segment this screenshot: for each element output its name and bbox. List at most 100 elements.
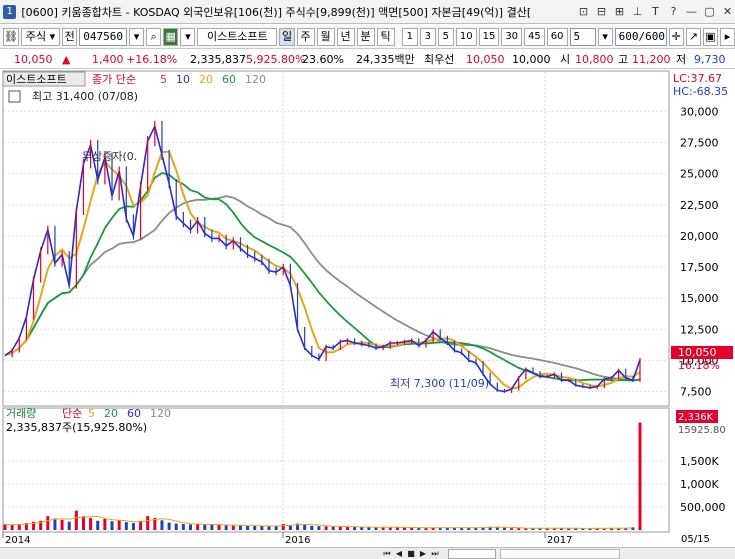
- volume-tick-label: 500,000: [680, 501, 726, 514]
- volume-bar: [96, 520, 100, 530]
- cascade-icon[interactable]: ⊞: [612, 4, 627, 19]
- volume-bar: [53, 518, 57, 530]
- help-icon[interactable]: ?: [666, 4, 681, 19]
- quote-change: 1,400: [92, 53, 124, 66]
- next-page-icon[interactable]: ▶: [418, 549, 428, 559]
- interval-button-1[interactable]: 1: [401, 27, 418, 46]
- last-page-icon[interactable]: ⏭: [430, 549, 440, 559]
- ma-legend-5: 5: [160, 73, 167, 86]
- volume-bar: [196, 524, 200, 530]
- stop-icon[interactable]: ■: [406, 549, 416, 559]
- period-button-4[interactable]: 틱: [376, 27, 395, 46]
- interval-dropdown[interactable]: ▾: [597, 27, 613, 46]
- interval-button-15[interactable]: 15: [478, 27, 500, 46]
- price-tick-label: 20,000: [680, 230, 719, 243]
- up-arrow-icon: ▲: [62, 53, 71, 66]
- volume-tick-label: 1,500K: [680, 455, 719, 468]
- period-button-1[interactable]: 월: [316, 27, 335, 46]
- price-tick-label: 27,500: [680, 136, 719, 149]
- close-icon[interactable]: ✕: [720, 4, 735, 19]
- volume-ma-label: 단순: [62, 407, 82, 420]
- high-note: 최고 31,400 (07/08): [32, 90, 138, 103]
- interval-button-30[interactable]: 30: [501, 27, 523, 46]
- restore-icon[interactable]: ⊡: [576, 4, 591, 19]
- interval-button-10[interactable]: 10: [455, 27, 477, 46]
- quote-amount: 24,335백만: [356, 53, 415, 66]
- stock-code-input[interactable]: 047560: [79, 27, 127, 46]
- stock-chart[interactable]: 1,500K 1,000K 500,000 30,000 27,500 25,000 22…: [0, 70, 735, 547]
- volume-bar: [74, 510, 78, 530]
- current-pct-text: 16.18%: [678, 359, 720, 372]
- volume-bar: [403, 527, 407, 530]
- low-label: 저: [676, 53, 687, 66]
- prev-page-icon[interactable]: ◀: [394, 549, 404, 559]
- price-tick-label: 22,500: [680, 199, 719, 212]
- vol-ma-legend-20: 20: [104, 407, 118, 420]
- ma-legend-20: 20: [199, 73, 213, 86]
- count-input[interactable]: 600/600: [614, 27, 667, 46]
- volume-bar: [217, 524, 221, 530]
- maximize-icon[interactable]: ▢: [702, 4, 717, 19]
- minimize-icon[interactable]: —: [684, 4, 699, 19]
- interval-button-3[interactable]: 3: [419, 27, 436, 46]
- chart-type-icon[interactable]: ▦: [163, 27, 179, 46]
- volume-bar: [67, 521, 71, 530]
- volume-tag-pct: 15925.80: [678, 425, 726, 436]
- period-button-0[interactable]: 주: [296, 27, 315, 46]
- link-icon[interactable]: ⛓: [3, 27, 19, 46]
- volume-legend: 거래량: [6, 407, 36, 420]
- interval-button-45[interactable]: 45: [524, 27, 545, 46]
- market-select[interactable]: 주식 ▾: [20, 27, 61, 46]
- volume-bar: [253, 525, 257, 530]
- quote-change-pct: +16.18%: [126, 53, 178, 66]
- volume-bar: [267, 526, 271, 530]
- zoom-slider[interactable]: [500, 549, 620, 559]
- interval-input[interactable]: 5: [569, 27, 596, 46]
- stock-name-box[interactable]: 이스트소프트: [197, 27, 278, 46]
- high-label: 고: [618, 53, 629, 66]
- period-button-3[interactable]: 분: [356, 27, 375, 46]
- ma-legend-60: 60: [222, 73, 236, 86]
- volume-bar: [224, 525, 228, 530]
- stock-name: 이스트소프트: [207, 29, 268, 43]
- scroll-right-icon[interactable]: ▸: [719, 27, 735, 46]
- pin-icon[interactable]: ⊥: [630, 4, 645, 19]
- volume-tag-text: 2,336K: [678, 412, 714, 423]
- chart-area[interactable]: 1,500K 1,000K 500,000 30,000 27,500 25,000 22…: [0, 70, 735, 547]
- vol-ma-legend-120: 120: [150, 407, 171, 420]
- interval-button-60[interactable]: 60: [546, 27, 568, 46]
- crosshair-icon[interactable]: ✛: [668, 27, 684, 46]
- volume-bar: [238, 525, 242, 530]
- volume-bar: [103, 518, 107, 530]
- volume-bar: [167, 522, 171, 530]
- prev-button[interactable]: 전: [62, 27, 78, 46]
- code-dropdown[interactable]: ▾: [128, 27, 145, 46]
- volume-bar: [124, 522, 128, 530]
- volume-bar: [510, 528, 514, 530]
- window-number: 1: [3, 4, 17, 19]
- arrow-tool-icon[interactable]: ↗: [685, 27, 701, 46]
- open-price: 10,800: [575, 53, 614, 66]
- text-icon[interactable]: T: [648, 4, 663, 19]
- first-page-icon[interactable]: ⏮: [382, 549, 392, 559]
- search-icon[interactable]: ⌕: [146, 27, 162, 46]
- chart-type-dropdown[interactable]: ▾: [180, 27, 196, 46]
- tile-icon[interactable]: ⊟: [594, 4, 609, 19]
- legend-toggle-icon[interactable]: [8, 90, 21, 103]
- x-axis-label: 2017: [547, 535, 572, 546]
- volume-bar: [146, 516, 150, 530]
- volume-bar: [246, 525, 250, 530]
- volume-bar: [231, 525, 235, 530]
- period-button-2[interactable]: 년: [336, 27, 355, 46]
- volume-bar: [189, 524, 193, 530]
- bottom-scrollbar[interactable]: ⏮ ◀ ■ ▶ ⏭: [0, 547, 735, 559]
- volume-bar: [410, 527, 414, 530]
- save-icon[interactable]: ▣: [702, 27, 718, 46]
- interval-button-5[interactable]: 5: [437, 27, 454, 46]
- scroll-thumb[interactable]: [448, 549, 496, 559]
- volume-bar: [367, 527, 371, 530]
- title-bar: 1 [0600] 키움종합차트 - KOSDAQ 외국인보유[106(천)] 주…: [0, 0, 735, 24]
- volume-bar: [203, 524, 207, 530]
- period-day[interactable]: 일: [279, 27, 295, 46]
- volume-bar: [338, 526, 342, 530]
